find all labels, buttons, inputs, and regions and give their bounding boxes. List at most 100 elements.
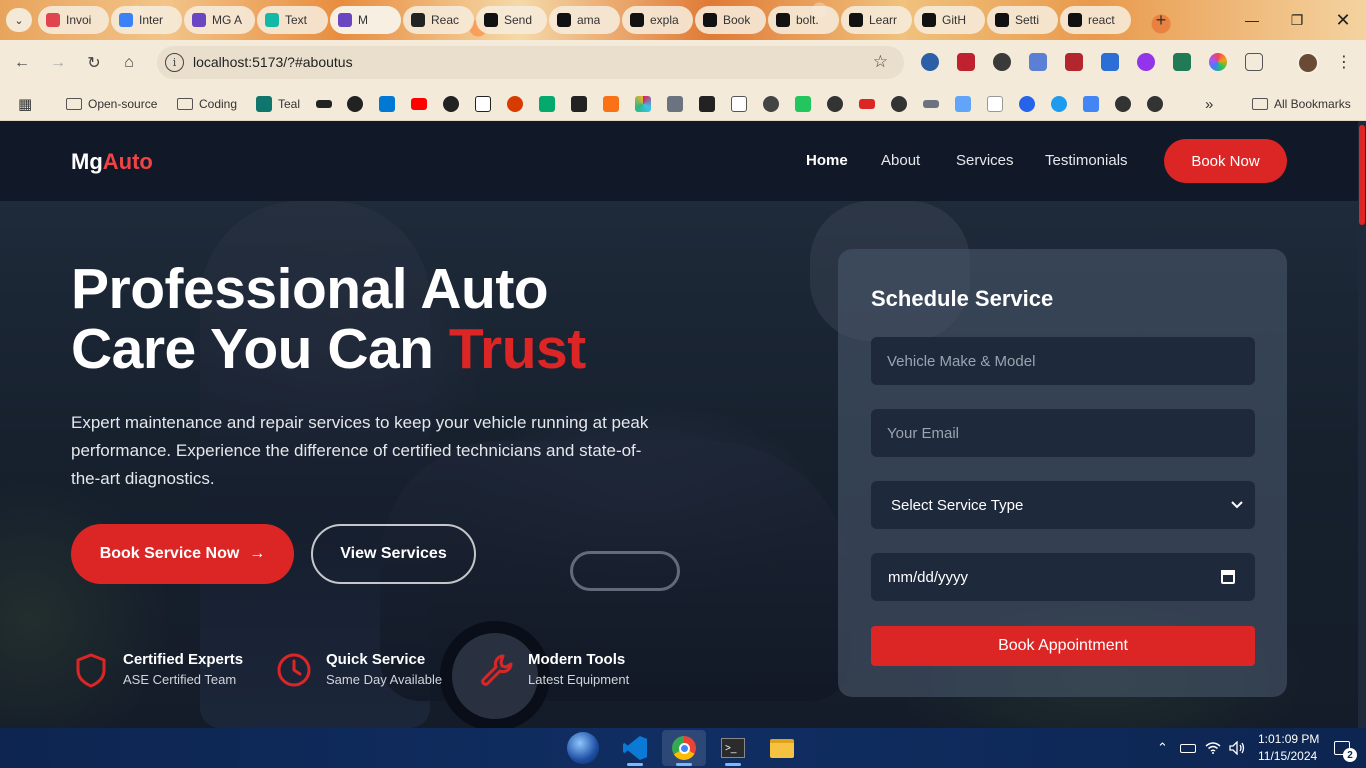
browser-tab[interactable]: react bbox=[1060, 6, 1131, 34]
bookmark-github[interactable] bbox=[347, 94, 363, 114]
bookmark-globe[interactable] bbox=[1115, 94, 1131, 114]
bookmark-youtube[interactable] bbox=[411, 94, 427, 114]
bookmark-notion[interactable] bbox=[475, 94, 491, 114]
close-window-button[interactable]: ✕ bbox=[1328, 8, 1358, 32]
maximize-button[interactable]: ❐ bbox=[1282, 8, 1312, 32]
extension-icon[interactable] bbox=[1065, 53, 1083, 71]
browser-tab[interactable]: Reac bbox=[403, 6, 474, 34]
nav-about[interactable]: About bbox=[881, 152, 920, 169]
tab-search-button[interactable]: ⌄ bbox=[6, 8, 32, 32]
bookmark-folder-open-source[interactable]: Open-source bbox=[66, 94, 157, 114]
bookmark-office[interactable] bbox=[507, 94, 523, 114]
taskbar-terminal[interactable]: >_ bbox=[711, 730, 755, 766]
browser-menu-icon[interactable]: ⋮ bbox=[1336, 52, 1352, 72]
grid-extension-icon[interactable] bbox=[1029, 53, 1047, 71]
browser-tab[interactable]: Text bbox=[257, 6, 328, 34]
bookmark-folder-coding[interactable]: Coding bbox=[177, 94, 237, 114]
taskbar-file-explorer[interactable] bbox=[760, 730, 804, 766]
bookmark-app[interactable] bbox=[987, 94, 1003, 114]
more-bookmarks-button[interactable]: » bbox=[1205, 94, 1213, 114]
extension-icon[interactable] bbox=[1137, 53, 1155, 71]
url-text[interactable]: localhost:5173/?#aboutus bbox=[193, 54, 353, 70]
calendar-icon[interactable] bbox=[1221, 570, 1235, 584]
bookmark-app[interactable] bbox=[1019, 94, 1035, 114]
bookmark-globe[interactable] bbox=[891, 94, 907, 114]
bookmark-app[interactable] bbox=[795, 94, 811, 114]
new-tab-button[interactable]: + bbox=[1150, 9, 1172, 31]
bookmark-vscode[interactable] bbox=[379, 94, 395, 114]
notifications-button[interactable]: 2 bbox=[1334, 728, 1357, 768]
bookmark-swagger[interactable] bbox=[603, 94, 619, 114]
home-button[interactable]: ⌂ bbox=[117, 51, 141, 75]
book-service-now-button[interactable]: Book Service Now → bbox=[71, 524, 294, 584]
browser-tab[interactable]: Send bbox=[476, 6, 547, 34]
browser-tab[interactable]: expla bbox=[622, 6, 693, 34]
bookmark-app[interactable] bbox=[859, 94, 875, 114]
view-services-button[interactable]: View Services bbox=[311, 524, 476, 584]
browser-tab[interactable]: Setti bbox=[987, 6, 1058, 34]
browser-tab[interactable]: Inter bbox=[111, 6, 182, 34]
profile-avatar[interactable] bbox=[1297, 52, 1319, 74]
volume-icon[interactable] bbox=[1228, 728, 1246, 768]
bookmark-app[interactable] bbox=[731, 94, 747, 114]
extension-icon[interactable] bbox=[921, 53, 939, 71]
browser-tab[interactable]: GitH bbox=[914, 6, 985, 34]
bookmark-twitter[interactable] bbox=[1051, 94, 1067, 114]
bookmark-extension[interactable] bbox=[571, 94, 587, 114]
book-appointment-button[interactable]: Book Appointment bbox=[871, 626, 1255, 666]
bookmark-globe[interactable] bbox=[827, 94, 843, 114]
ublock-icon[interactable] bbox=[957, 53, 975, 71]
all-bookmarks-folder[interactable]: All Bookmarks bbox=[1252, 94, 1351, 114]
service-type-select[interactable]: Select Service Type bbox=[871, 481, 1255, 529]
address-bar[interactable]: i localhost:5173/?#aboutus ☆ bbox=[157, 46, 904, 79]
page-scrollbar[interactable] bbox=[1358, 121, 1366, 728]
bookmark-teal[interactable]: Teal bbox=[256, 94, 300, 114]
show-hidden-icons-button[interactable]: ⌃ bbox=[1157, 728, 1168, 768]
browser-tab[interactable]: Invoi bbox=[38, 6, 109, 34]
site-logo[interactable]: MgAuto bbox=[71, 149, 153, 175]
bitwarden-icon[interactable] bbox=[1101, 53, 1119, 71]
start-button[interactable] bbox=[561, 730, 605, 766]
bookmark-translate[interactable] bbox=[1083, 94, 1099, 114]
bookmark-globe[interactable] bbox=[1147, 94, 1163, 114]
nav-testimonials[interactable]: Testimonials bbox=[1045, 152, 1128, 169]
browser-tab[interactable]: Book bbox=[695, 6, 766, 34]
forward-button[interactable]: → bbox=[46, 51, 70, 75]
nav-home[interactable]: Home bbox=[806, 152, 848, 169]
battery-icon[interactable] bbox=[1180, 728, 1196, 768]
apps-grid-icon[interactable]: ▦ bbox=[18, 94, 32, 114]
taskbar-vscode[interactable] bbox=[613, 730, 657, 766]
bookmark-app[interactable] bbox=[955, 94, 971, 114]
extensions-puzzle-icon[interactable] bbox=[1245, 53, 1263, 71]
book-now-button[interactable]: Book Now bbox=[1164, 139, 1287, 183]
browser-tab[interactable]: ama bbox=[549, 6, 620, 34]
browser-tab[interactable]: MG A bbox=[184, 6, 255, 34]
bookmark-openai[interactable] bbox=[443, 94, 459, 114]
vehicle-make-model-input[interactable] bbox=[871, 337, 1255, 385]
color-picker-icon[interactable] bbox=[1209, 53, 1227, 71]
system-clock[interactable]: 1:01:09 PM 11/15/2024 bbox=[1258, 731, 1319, 765]
site-info-icon[interactable]: i bbox=[165, 53, 184, 72]
bookmark-star-icon[interactable]: ☆ bbox=[873, 52, 888, 72]
taskbar-chrome[interactable] bbox=[662, 730, 706, 766]
nav-services[interactable]: Services bbox=[956, 152, 1014, 169]
bookmark-app[interactable] bbox=[763, 94, 779, 114]
date-input[interactable]: mm/dd/yyyy bbox=[871, 553, 1255, 601]
bookmark-alx[interactable] bbox=[316, 94, 332, 114]
spy-extension-icon[interactable] bbox=[993, 53, 1011, 71]
scrollbar-thumb[interactable] bbox=[1359, 125, 1365, 225]
reload-button[interactable]: ↻ bbox=[82, 51, 106, 75]
bookmark-w3schools[interactable] bbox=[539, 94, 555, 114]
bookmark-app[interactable] bbox=[667, 94, 683, 114]
email-input[interactable] bbox=[871, 409, 1255, 457]
wifi-icon[interactable] bbox=[1205, 728, 1221, 768]
browser-tab[interactable]: M bbox=[330, 6, 401, 34]
back-button[interactable]: ← bbox=[10, 51, 34, 75]
bookmark-app[interactable] bbox=[923, 94, 939, 114]
browser-tab[interactable]: bolt. bbox=[768, 6, 839, 34]
bookmark-app[interactable] bbox=[699, 94, 715, 114]
browser-tab[interactable]: Learr bbox=[841, 6, 912, 34]
bookmark-slack[interactable] bbox=[635, 94, 651, 114]
extension-icon[interactable] bbox=[1173, 53, 1191, 71]
minimize-button[interactable]: — bbox=[1237, 8, 1267, 32]
